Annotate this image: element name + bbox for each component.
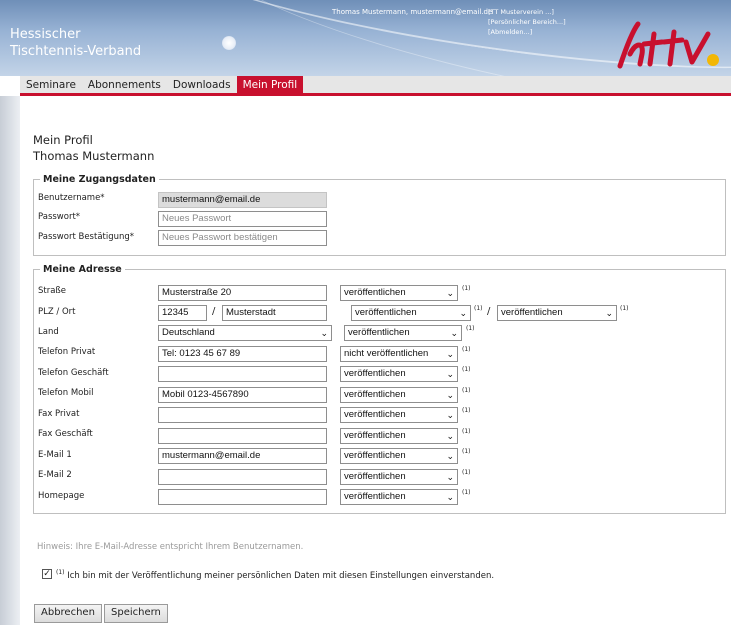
chevron-down-icon: ⌄ — [320, 328, 328, 338]
footnote-mark: (1) — [620, 305, 629, 312]
chevron-down-icon: ⌄ — [446, 451, 454, 461]
email1-input[interactable]: mustermann@email.de — [158, 448, 327, 464]
visibility-separator: / — [487, 306, 491, 317]
phone-mobile-label: Telefon Mobil — [38, 388, 94, 398]
personal-area-link[interactable]: [Persönlicher Bereich...] — [488, 17, 566, 27]
fax-business-label: Fax Geschäft — [38, 429, 93, 439]
street-visibility-select[interactable]: veröffentlichen ⌄ — [340, 285, 458, 301]
zip-input[interactable]: 12345 — [158, 305, 207, 321]
email-hint: Hinweis: Ihre E-Mail-Adresse entspricht … — [37, 542, 304, 552]
zip-city-separator: / — [212, 306, 216, 317]
chevron-down-icon: ⌄ — [446, 390, 454, 400]
username-field: mustermann@email.de — [158, 192, 327, 208]
zip-visibility-select[interactable]: veröffentlichen ⌄ — [351, 305, 471, 321]
club-link[interactable]: [TT Musterverein ...] — [488, 7, 566, 17]
header-glow — [222, 36, 236, 50]
email2-label: E-Mail 2 — [38, 470, 72, 480]
footnote-mark: (1) — [474, 305, 483, 312]
country-label: Land — [38, 327, 59, 337]
chevron-down-icon: ⌄ — [446, 369, 454, 379]
logged-in-user: Thomas Mustermann, mustermann@email.de — [332, 8, 493, 16]
username-label: Benutzername* — [38, 193, 105, 203]
password-confirm-input[interactable]: Neues Passwort bestätigen — [158, 230, 327, 246]
footnote-mark: (1) — [462, 407, 471, 414]
chevron-down-icon: ⌄ — [446, 288, 454, 298]
country-select[interactable]: Deutschland ⌄ — [158, 325, 332, 341]
city-input[interactable]: Musterstadt — [222, 305, 327, 321]
fax-business-input[interactable] — [158, 428, 327, 444]
email1-visibility-select[interactable]: veröffentlichen ⌄ — [340, 448, 458, 464]
httv-logo-icon[interactable] — [612, 18, 724, 72]
login-legend: Meine Zugangsdaten — [43, 174, 156, 185]
phone-private-label: Telefon Privat — [38, 347, 96, 357]
street-label: Straße — [38, 286, 67, 296]
chevron-down-icon: ⌄ — [446, 431, 454, 441]
email2-visibility-select[interactable]: veröffentlichen ⌄ — [340, 469, 458, 485]
fax-private-input[interactable] — [158, 407, 327, 423]
footnote-mark: (1) — [462, 428, 471, 435]
footnote-mark: (1) — [462, 469, 471, 476]
city-visibility-select[interactable]: veröffentlichen ⌄ — [497, 305, 617, 321]
footnote-mark: (1) — [462, 366, 471, 373]
chevron-down-icon: ⌄ — [605, 308, 613, 318]
footnote-mark: (1) — [462, 489, 471, 496]
chevron-down-icon: ⌄ — [446, 472, 454, 482]
email1-label: E-Mail 1 — [38, 450, 72, 460]
phone-business-input[interactable] — [158, 366, 327, 382]
tab-mein-profil[interactable]: Mein Profil — [236, 76, 304, 93]
homepage-input[interactable] — [158, 489, 327, 505]
footnote-mark: (1) — [462, 285, 471, 292]
phone-mobile-input[interactable]: Mobil 0123-4567890 — [158, 387, 327, 403]
login-fieldset: Meine Zugangsdaten — [33, 174, 726, 256]
logout-link[interactable]: [Abmelden...] — [488, 27, 566, 37]
email2-input[interactable] — [158, 469, 327, 485]
phone-private-input[interactable]: Tel: 0123 45 67 89 — [158, 346, 327, 362]
homepage-label: Homepage — [38, 491, 85, 501]
consent-checkbox[interactable]: ✓ — [42, 569, 52, 579]
phone-business-visibility-select[interactable]: veröffentlichen ⌄ — [340, 366, 458, 382]
phone-business-label: Telefon Geschäft — [38, 368, 109, 378]
phone-mobile-visibility-select[interactable]: veröffentlichen ⌄ — [340, 387, 458, 403]
consent-text: (1) Ich bin mit der Veröffentlichung mei… — [56, 569, 495, 581]
page-title: Mein Profil — [33, 133, 93, 147]
fax-private-label: Fax Privat — [38, 409, 80, 419]
phone-private-visibility-select[interactable]: nicht veröffentlichen ⌄ — [340, 346, 458, 362]
password-label: Passwort* — [38, 212, 81, 222]
site-header: Hessischer Tischtennis-Verband Thomas Mu… — [0, 0, 731, 76]
main-navigation: Seminare Abonnements Downloads Mein Prof… — [20, 76, 731, 96]
password-input[interactable]: Neues Passwort — [158, 211, 327, 227]
homepage-visibility-select[interactable]: veröffentlichen ⌄ — [340, 489, 458, 505]
tab-seminare[interactable]: Seminare — [20, 76, 82, 93]
footnote-mark: (1) — [462, 346, 471, 353]
organization-name[interactable]: Hessischer Tischtennis-Verband — [10, 26, 141, 60]
address-legend: Meine Adresse — [43, 264, 122, 275]
page-side-shadow — [0, 96, 20, 625]
chevron-down-icon: ⌄ — [446, 492, 454, 502]
user-links: [TT Musterverein ...] [Persönlicher Bere… — [488, 7, 566, 37]
fax-business-visibility-select[interactable]: veröffentlichen ⌄ — [340, 428, 458, 444]
zip-city-label: PLZ / Ort — [38, 307, 76, 317]
footnote-mark: (1) — [466, 325, 475, 332]
chevron-down-icon: ⌄ — [446, 410, 454, 420]
chevron-down-icon: ⌄ — [459, 308, 467, 318]
tab-abonnements[interactable]: Abonnements — [82, 76, 167, 93]
cancel-button[interactable]: Abbrechen — [34, 604, 102, 623]
footnote-mark: (1) — [462, 448, 471, 455]
tab-downloads[interactable]: Downloads — [167, 76, 237, 93]
street-input[interactable]: Musterstraße 20 — [158, 285, 327, 301]
password-confirm-label: Passwort Bestätigung* — [38, 232, 135, 242]
footnote-mark: (1) — [462, 387, 471, 394]
fax-private-visibility-select[interactable]: veröffentlichen ⌄ — [340, 407, 458, 423]
chevron-down-icon: ⌄ — [446, 349, 454, 359]
page-subtitle: Thomas Mustermann — [33, 149, 155, 163]
save-button[interactable]: Speichern — [104, 604, 168, 623]
country-visibility-select[interactable]: veröffentlichen ⌄ — [344, 325, 462, 341]
chevron-down-icon: ⌄ — [450, 328, 458, 338]
